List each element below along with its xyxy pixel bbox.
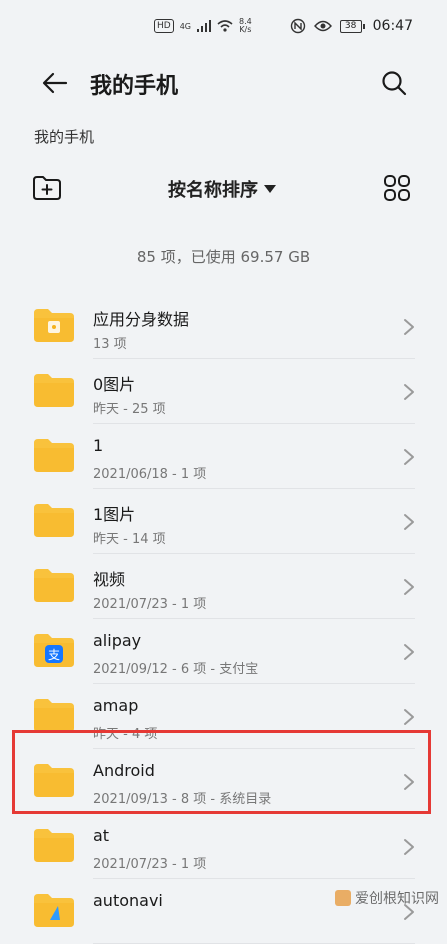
back-button[interactable] (38, 66, 72, 100)
search-icon (382, 71, 407, 96)
file-meta: 昨天 - 25 项 (93, 402, 166, 417)
file-row[interactable]: 1图片昨天 - 14 项 (0, 489, 447, 554)
battery-indicator: 38 (339, 19, 365, 33)
status-bar: HD 4G 8.4 K/s 38 06:47 (0, 0, 447, 58)
grid-icon (384, 175, 410, 201)
network-speed: 8.4 K/s (239, 18, 252, 34)
file-meta: 2021/06/18 - 1 项 (93, 467, 207, 482)
nfc-icon (290, 18, 305, 34)
folder-icon (34, 829, 74, 862)
breadcrumb[interactable]: 我的手机 (34, 126, 94, 147)
folder-icon (34, 439, 74, 472)
grid-view-button[interactable] (383, 174, 415, 206)
file-row[interactable]: at 2021/07/23 - 1 项 (0, 814, 447, 879)
battery-level: 38 (339, 19, 362, 33)
page-title: 我的手机 (90, 74, 179, 99)
signal-icon (197, 20, 211, 32)
file-name: amap (93, 696, 139, 715)
file-name: autonavi (93, 891, 163, 910)
folder-icon (34, 699, 74, 732)
sort-dropdown[interactable]: 按名称排序 (168, 176, 276, 202)
file-name: 1 (93, 436, 104, 455)
network-type: 4G (179, 21, 191, 31)
chevron-right-icon (404, 449, 414, 465)
file-meta: 昨天 - 14 项 (93, 532, 166, 547)
svg-text:支: 支 (48, 648, 60, 662)
toolbar: 按名称排序 (0, 170, 447, 210)
watermark: 爱创根知识网 (335, 888, 439, 908)
file-name: 1图片 (93, 505, 136, 524)
file-meta: 2021/07/23 - 1 项 (93, 857, 207, 872)
status-right: 38 06:47 (290, 18, 413, 34)
clock: 06:47 (372, 18, 413, 34)
file-name: 应用分身数据 (93, 310, 190, 329)
alipay-folder-icon: 支 (34, 634, 74, 667)
new-folder-button[interactable] (32, 174, 64, 206)
chevron-right-icon (404, 839, 414, 855)
file-name: alipay (93, 631, 142, 650)
caret-down-icon (264, 185, 276, 193)
highlight-box (12, 730, 431, 814)
file-row[interactable]: 1 2021/06/18 - 1 项 (0, 424, 447, 489)
chevron-right-icon (404, 384, 414, 400)
file-meta: 2021/09/12 - 6 项 - 支付宝 (93, 662, 259, 677)
eye-icon (313, 20, 332, 32)
watermark-logo (335, 890, 351, 906)
folder-icon (34, 504, 74, 537)
status-left: HD 4G 8.4 K/s (154, 18, 252, 34)
arrow-left-icon (42, 72, 68, 94)
app-clone-folder-icon (34, 309, 74, 342)
file-name: 0图片 (93, 375, 136, 394)
file-name: 视频 (93, 570, 126, 589)
folder-icon (34, 569, 74, 602)
chevron-right-icon (404, 709, 414, 725)
file-row[interactable]: 0图片昨天 - 25 项 (0, 359, 447, 424)
hd-badge: HD (154, 19, 174, 33)
speed-unit: K/s (239, 25, 252, 34)
file-meta: 13 项 (93, 337, 127, 352)
chevron-right-icon (404, 319, 414, 335)
battery-cap (362, 23, 365, 29)
file-list: 应用分身数据 13 项 0图片 昨天 - 25 项 1 2021/06/18 - 1 项1… (0, 294, 447, 944)
folder-icon (34, 374, 74, 407)
chevron-right-icon (404, 514, 414, 530)
storage-summary: 85 项，已使用 69.57 GB (136, 248, 311, 266)
file-name: at (93, 826, 110, 845)
search-button[interactable] (377, 66, 411, 100)
watermark-text: 爱创根知识网 (355, 891, 439, 907)
file-meta: 2021/07/23 - 1 项 (93, 597, 207, 612)
chevron-right-icon (404, 644, 414, 660)
chevron-right-icon (404, 579, 414, 595)
autonavi-folder-icon (34, 894, 74, 927)
wifi-icon (217, 20, 233, 32)
app-header: 我的手机 (0, 60, 447, 108)
sort-label: 按名称排序 (168, 180, 258, 201)
new-folder-icon (33, 176, 61, 200)
file-row[interactable]: 支 alipay 2021/09/12 - 6 项 - 支付宝 (0, 619, 447, 684)
file-row[interactable]: 视频 2021/07/23 - 1 项 (0, 554, 447, 619)
file-row[interactable]: 应用分身数据 13 项 (0, 294, 447, 359)
